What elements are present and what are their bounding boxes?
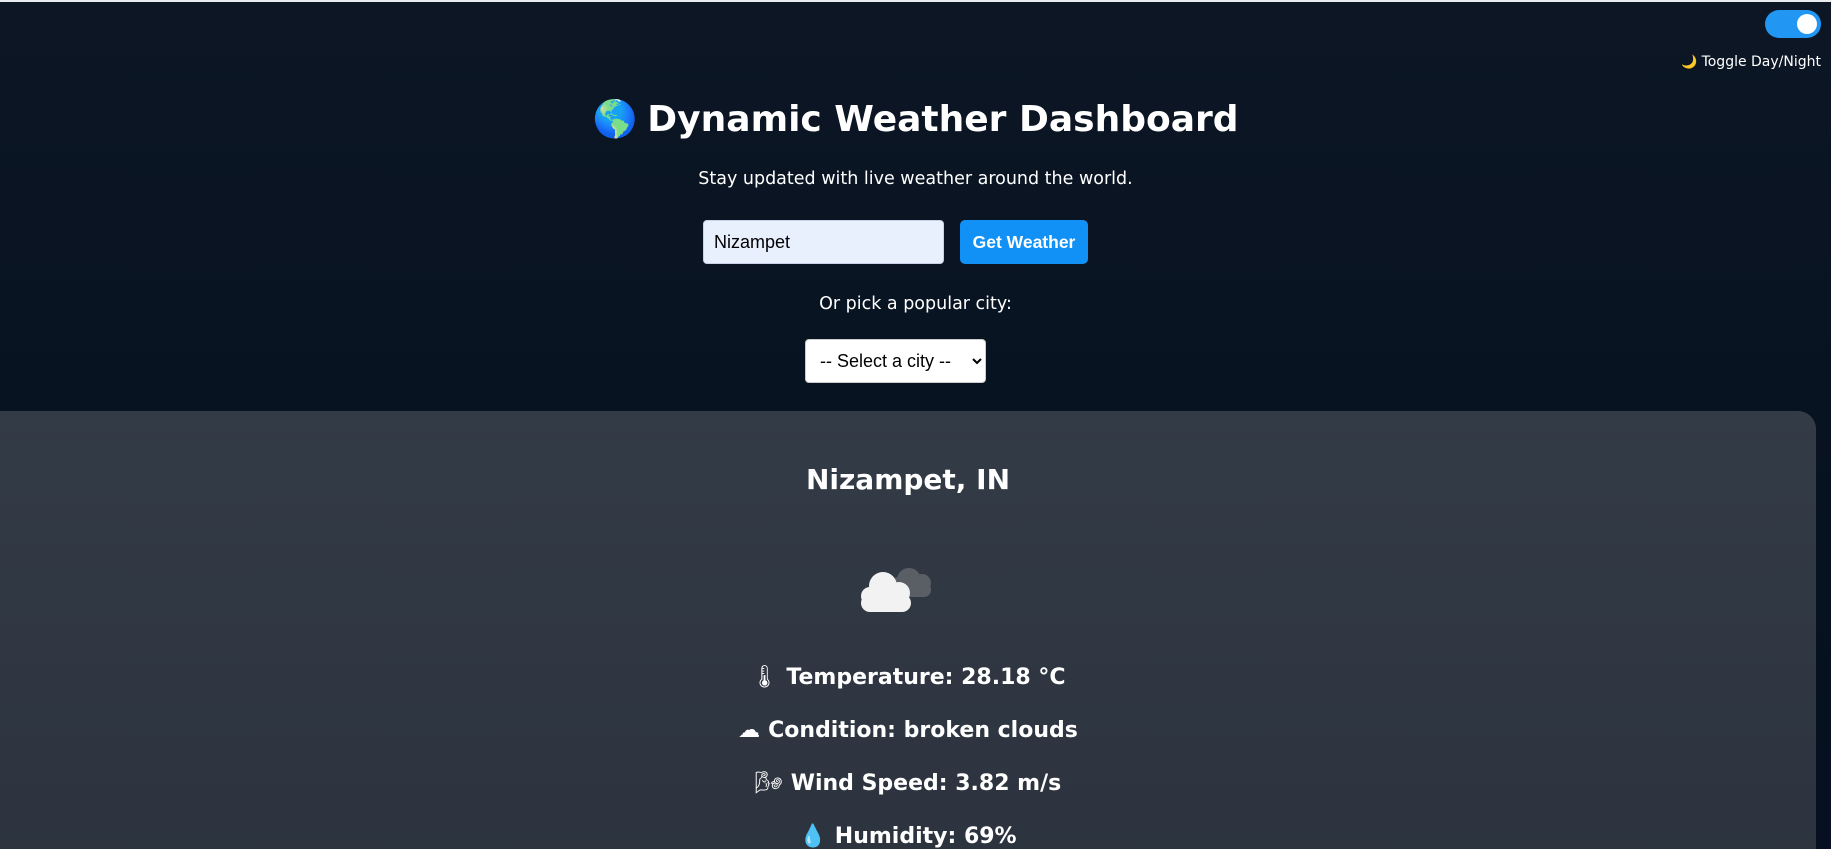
- humidity-value: Humidity: 69%: [834, 824, 1017, 849]
- condition-stat: ☁ Condition: broken clouds: [0, 718, 1816, 743]
- humidity-stat: 💧 Humidity: 69%: [0, 824, 1816, 849]
- popular-city-label: Or pick a popular city:: [819, 294, 1012, 314]
- toggle-knob: [1797, 14, 1817, 34]
- broken-clouds-icon: [861, 568, 931, 612]
- weather-dashboard-page: 🌙 Toggle Day/Night 🌎 Dynamic Weather Dashb…: [0, 0, 1831, 849]
- temperature-stat: 🌡 Temperature: 28.18 °C: [0, 665, 1816, 690]
- page-subtitle: Stay updated with live weather around th…: [698, 169, 1133, 189]
- weather-card: Nizampet, IN 🌡 Temperature: 28.18 °C ☁ Con…: [0, 411, 1816, 849]
- cloud-outline-icon: ☁: [738, 718, 761, 743]
- moon-icon: 🌙: [1681, 55, 1698, 70]
- day-night-toggle[interactable]: [1765, 10, 1821, 38]
- toggle-label: Toggle Day/Night: [1701, 54, 1821, 70]
- wind-speed-value: Wind Speed: 3.82 m/s: [790, 771, 1062, 796]
- condition-value: Condition: broken clouds: [768, 718, 1078, 743]
- toggle-label-container: 🌙 Toggle Day/Night: [1681, 54, 1821, 70]
- wind-speed-stat: 🌬 Wind Speed: 3.82 m/s: [0, 771, 1816, 796]
- droplet-icon: 💧: [799, 824, 827, 849]
- globe-icon: 🌎: [592, 99, 638, 140]
- wind-icon: 🌬: [754, 771, 783, 796]
- popular-city-select[interactable]: -- Select a city --: [805, 339, 986, 383]
- get-weather-button[interactable]: Get Weather: [960, 220, 1088, 264]
- location-name: Nizampet, IN: [805, 463, 1011, 496]
- city-search-input[interactable]: [703, 220, 944, 264]
- temperature-value: Temperature: 28.18 °C: [786, 665, 1066, 690]
- page-title-container: 🌎 Dynamic Weather Dashboard: [0, 98, 1831, 140]
- thermometer-icon: 🌡: [750, 665, 779, 690]
- page-title: Dynamic Weather Dashboard: [647, 99, 1239, 140]
